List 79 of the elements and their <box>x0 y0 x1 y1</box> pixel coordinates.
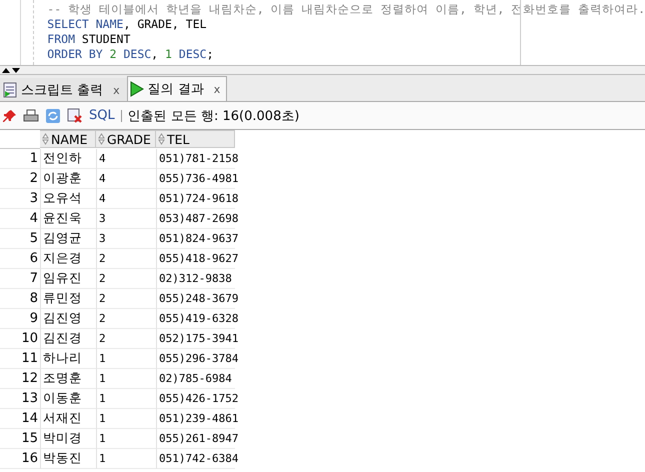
delete-table-icon[interactable] <box>67 108 83 124</box>
refresh-icon[interactable] <box>45 108 61 124</box>
code-line: -- 학생 테이블에서 학년을 내림차순, 이름 내림차순으로 정렬하여 이름, 학년, 전화번호를 출력하여라. <box>47 2 645 17</box>
table-cell: 4 <box>96 149 156 169</box>
table-cell: 1 <box>96 449 156 469</box>
table-cell: 김진경 <box>40 329 96 349</box>
code-line: FROM STUDENT <box>47 32 132 47</box>
row-number: 14 <box>0 409 40 429</box>
table-cell: 055)426-1752 <box>156 389 235 409</box>
pin-icon[interactable] <box>3 108 17 122</box>
result-tab[interactable]: 스크립트 출력 x <box>0 78 127 101</box>
row-number: 15 <box>0 429 40 449</box>
table-cell: 1 <box>96 389 156 409</box>
sql-link[interactable]: SQL <box>89 108 115 123</box>
table-cell: 1 <box>96 349 156 369</box>
table-cell: 임유진 <box>40 269 96 289</box>
row-number: 6 <box>0 249 40 269</box>
table-cell: 02)312-9838 <box>156 269 235 289</box>
table-cell: 박미경 <box>40 429 96 449</box>
table-cell: 이동훈 <box>40 389 96 409</box>
print-icon[interactable] <box>23 108 39 122</box>
table-cell: 오유석 <box>40 189 96 209</box>
row-number: 9 <box>0 309 40 329</box>
table-cell: 박동진 <box>40 449 96 469</box>
column-header[interactable]: GRADE <box>96 130 156 148</box>
table-cell: 서재진 <box>40 409 96 429</box>
code-line: SELECT NAME, GRADE, TEL <box>47 17 208 32</box>
table-cell: 2 <box>96 329 156 349</box>
table-cell: 윤진욱 <box>40 209 96 229</box>
tab-label: 스크립트 출력 <box>21 82 104 99</box>
table-cell: 1 <box>96 429 156 449</box>
column-header[interactable]: TEL <box>156 130 235 148</box>
result-tab[interactable]: 질의 결과 x <box>126 76 228 101</box>
row-number: 12 <box>0 369 40 389</box>
tab-label: 질의 결과 <box>148 81 204 98</box>
sort-icon <box>158 133 165 145</box>
row-number: 1 <box>0 149 40 169</box>
row-number: 3 <box>0 189 40 209</box>
splitter-arrows-icon[interactable] <box>1 67 21 73</box>
table-cell: 4 <box>96 169 156 189</box>
close-icon[interactable]: x <box>113 84 120 96</box>
table-cell: 2 <box>96 309 156 329</box>
sort-icon <box>98 133 105 145</box>
row-number: 5 <box>0 229 40 249</box>
table-cell: 1 <box>96 409 156 429</box>
row-number: 16 <box>0 449 40 469</box>
row-number: 4 <box>0 209 40 229</box>
row-number: 13 <box>0 389 40 409</box>
table-cell: 4 <box>96 189 156 209</box>
row-number: 7 <box>0 269 40 289</box>
column-header[interactable]: NAME <box>40 130 96 148</box>
table-cell: 조명훈 <box>40 369 96 389</box>
table-cell: 3 <box>96 209 156 229</box>
sort-icon <box>42 133 49 145</box>
column-title: NAME <box>51 132 88 146</box>
table-cell: 지은경 <box>40 249 96 269</box>
table-cell: 1 <box>96 369 156 389</box>
table-cell: 전인하 <box>40 149 96 169</box>
play-icon <box>130 81 144 97</box>
table-cell: 김진영 <box>40 309 96 329</box>
table-cell: 02)785-6984 <box>156 369 235 389</box>
column-title: GRADE <box>107 132 151 146</box>
table-cell: 2 <box>96 269 156 289</box>
table-cell: 류민정 <box>40 289 96 309</box>
row-number: 8 <box>0 289 40 309</box>
table-cell: 김영균 <box>40 229 96 249</box>
column-title: TEL <box>167 132 190 146</box>
document-icon <box>3 82 17 98</box>
table-cell: 2 <box>96 249 156 269</box>
table-cell: 하나리 <box>40 349 96 369</box>
fetch-status: 인출된 모든 행: 16(0.008초) <box>128 108 300 124</box>
row-number: 2 <box>0 169 40 189</box>
close-icon[interactable]: x <box>214 82 220 96</box>
table-cell: 이광훈 <box>40 169 96 189</box>
table-cell: 3 <box>96 229 156 249</box>
row-number: 11 <box>0 349 40 369</box>
code-line: ORDER BY 2 DESC, 1 DESC; <box>47 47 215 62</box>
row-number: 10 <box>0 329 40 349</box>
table-cell: 2 <box>96 289 156 309</box>
